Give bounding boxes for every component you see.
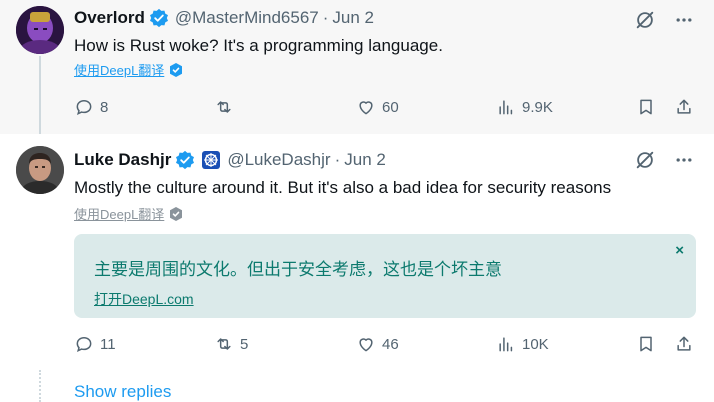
- more-icon[interactable]: [674, 150, 694, 170]
- translation-text: 主要是周围的文化。但出于安全考虑，这也是个坏主意: [94, 260, 502, 280]
- display-name[interactable]: Overlord: [74, 8, 145, 28]
- translate-with-deepl-link[interactable]: 使用DeepL翻译: [74, 60, 184, 79]
- repost-icon: [217, 101, 231, 113]
- like-count: 60: [382, 98, 399, 116]
- more-icon[interactable]: [674, 10, 694, 30]
- tweet-text: How is Rust woke? It's a programming lan…: [74, 36, 443, 55]
- reply-count: 8: [100, 98, 109, 116]
- share-button[interactable]: [674, 334, 694, 354]
- avatar[interactable]: [16, 146, 64, 194]
- verified-badge-icon: [176, 150, 195, 170]
- like-count: 46: [382, 335, 399, 353]
- translation-panel: 主要是周围的文化。但出于安全考虑，这也是个坏主意 打开DeepL.com ×: [74, 234, 696, 318]
- translate-label[interactable]: 使用DeepL翻译: [74, 60, 164, 79]
- views-icon: [499, 100, 513, 115]
- thread-dotted-line: [39, 370, 41, 402]
- display-name[interactable]: Luke Dashjr: [74, 150, 171, 170]
- handle[interactable]: @LukeDashjr: [227, 150, 330, 170]
- reply-count: 11: [100, 335, 116, 353]
- tweet-header: Overlord @MasterMind6567 · Jun 2: [74, 8, 374, 28]
- reply-icon: [76, 99, 92, 116]
- like-button[interactable]: 46: [356, 334, 399, 354]
- tweet-top-actions: [634, 9, 694, 31]
- tweet-luke-dashjr[interactable]: Luke Dashjr @LukeDashjr · Jun 2 Mostly t…: [0, 134, 714, 402]
- repost-button[interactable]: 5: [214, 334, 248, 354]
- view-count: 9.9K: [522, 98, 553, 116]
- deepl-icon: [170, 206, 183, 221]
- like-button[interactable]: 60: [356, 97, 399, 117]
- views-button[interactable]: 10K: [496, 334, 549, 354]
- reply-icon: [76, 336, 92, 353]
- tweet-header: Luke Dashjr @LukeDashjr · Jun 2: [74, 150, 386, 170]
- bookmark-icon: [640, 99, 652, 115]
- tweet-overlord[interactable]: Overlord @MasterMind6567 · Jun 2 How is …: [0, 0, 714, 134]
- timestamp[interactable]: Jun 2: [344, 150, 386, 170]
- like-icon: [359, 338, 373, 352]
- close-translation-button[interactable]: ×: [675, 242, 684, 259]
- deepl-icon: [170, 62, 183, 77]
- repost-count: 5: [240, 335, 249, 353]
- reply-button[interactable]: 8: [74, 97, 108, 117]
- translate-label[interactable]: 使用DeepL翻译: [74, 204, 164, 223]
- views-button[interactable]: 9.9K: [496, 97, 553, 117]
- share-button[interactable]: [674, 97, 694, 117]
- tweet-text: Mostly the culture around it. But it's a…: [74, 178, 612, 197]
- like-icon: [359, 101, 373, 115]
- grok-icon[interactable]: [634, 149, 656, 171]
- tweet-action-bar: 8 60 9.9K: [74, 97, 696, 121]
- avatar[interactable]: [16, 6, 64, 54]
- repost-icon: [217, 338, 231, 350]
- grok-icon[interactable]: [634, 9, 656, 31]
- views-icon: [499, 337, 513, 352]
- view-count: 10K: [522, 335, 549, 353]
- repost-button[interactable]: [214, 97, 240, 117]
- timestamp[interactable]: Jun 2: [332, 8, 374, 28]
- share-icon: [677, 336, 691, 351]
- handle[interactable]: @MasterMind6567: [175, 8, 319, 28]
- show-replies-link[interactable]: Show replies: [74, 382, 171, 402]
- tweet-action-bar: 11 5 46 10K: [74, 334, 696, 358]
- bookmark-button[interactable]: [636, 97, 656, 117]
- avatar-image: [16, 6, 64, 54]
- separator: ·: [322, 8, 329, 27]
- verified-badge-icon: [149, 8, 168, 28]
- avatar-image: [16, 146, 64, 194]
- open-deepl-link[interactable]: 打开DeepL.com: [94, 289, 194, 309]
- bookmark-icon: [640, 336, 652, 352]
- reply-button[interactable]: 11: [74, 334, 116, 354]
- thread-line: [39, 56, 41, 134]
- translate-with-deepl-link[interactable]: 使用DeepL翻译: [74, 204, 184, 223]
- tweet-top-actions: [634, 149, 694, 171]
- share-icon: [677, 99, 691, 114]
- bookmark-button[interactable]: [636, 334, 656, 354]
- separator: ·: [334, 150, 341, 169]
- org-badge-icon[interactable]: [201, 150, 221, 170]
